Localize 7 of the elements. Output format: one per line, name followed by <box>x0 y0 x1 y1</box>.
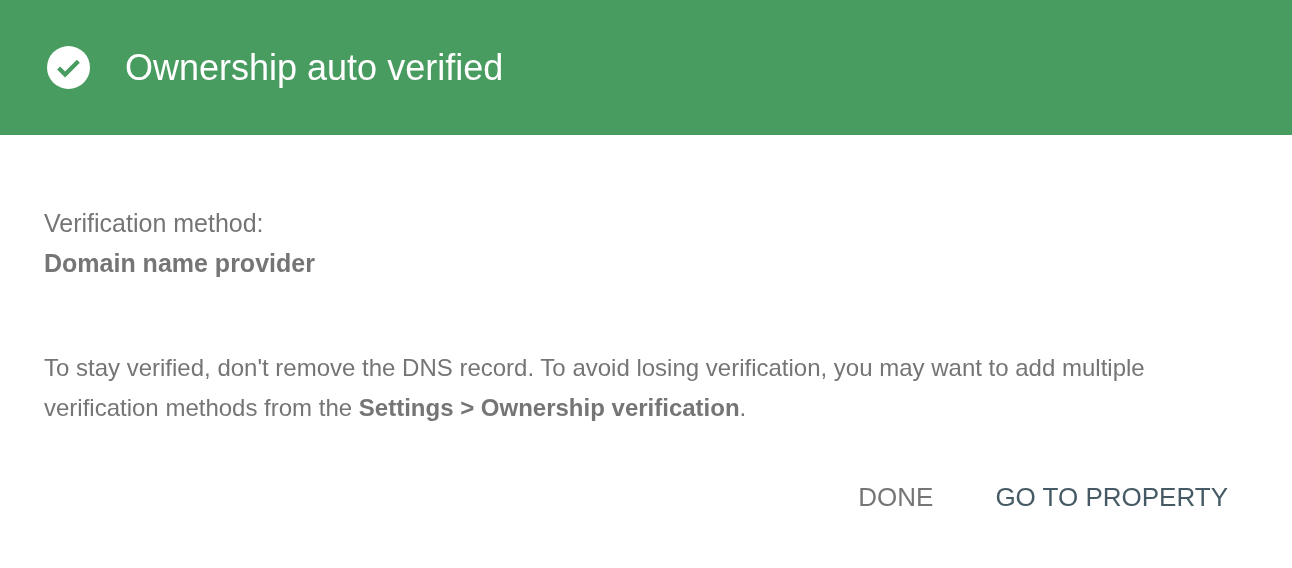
check-circle-icon <box>47 46 90 89</box>
message-text: To stay verified, don't remove the DNS record. To avoid losing verification, you may want to add multiple verification methods from the Settings > Ownership verification. <box>44 353 1146 423</box>
method-label: Verification method: <box>44 208 265 239</box>
dialog-title: Ownership auto verified <box>125 45 504 90</box>
dialog-button[interactable]: GO TO PROPERTY <box>975 468 1248 527</box>
method-value: Domain name provider <box>44 248 316 279</box>
dialog-button[interactable]: DONE <box>838 468 954 527</box>
